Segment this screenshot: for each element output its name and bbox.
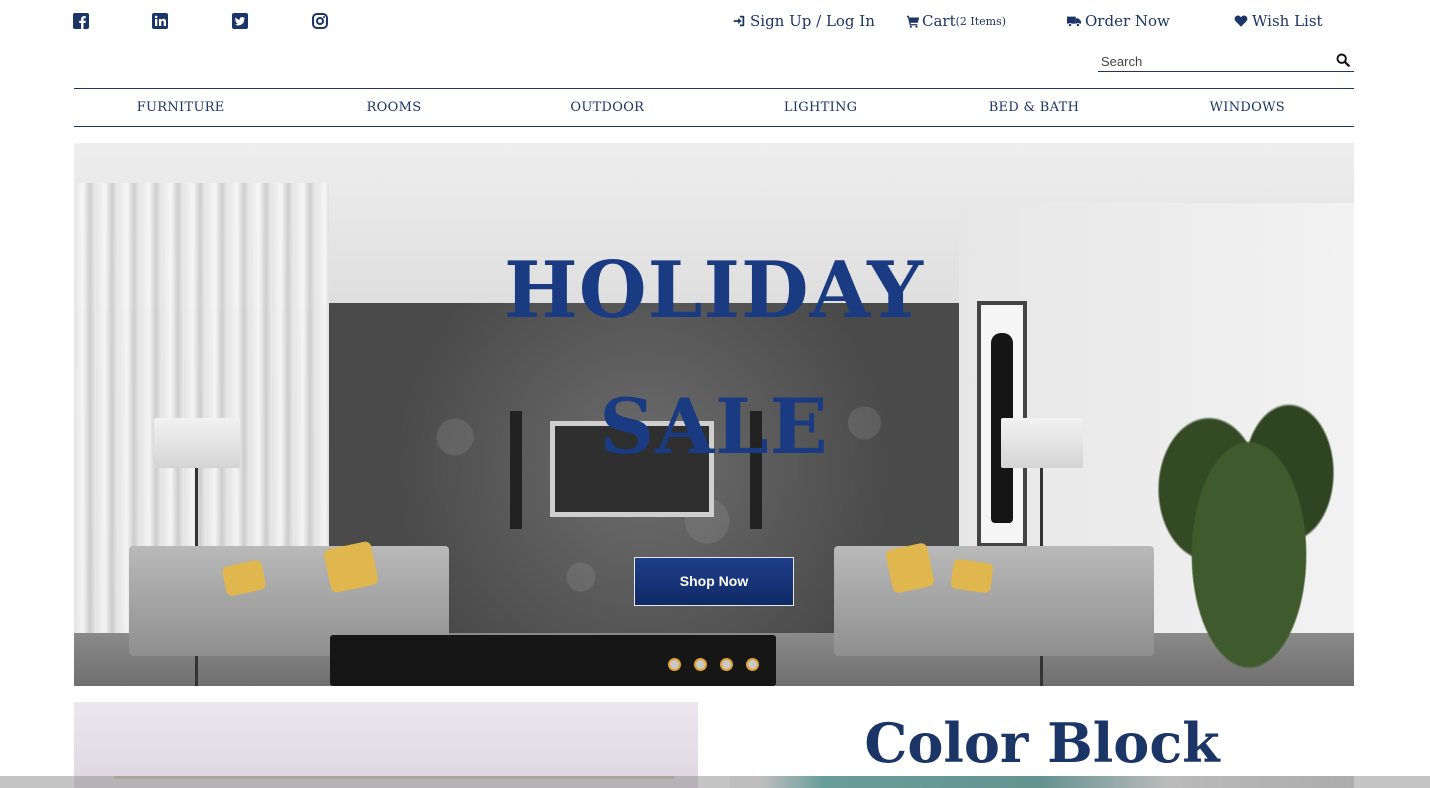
hero-title-line1: HOLIDAY	[504, 245, 924, 336]
nav-item-windows[interactable]: WINDOWS	[1141, 89, 1354, 126]
order-now-link[interactable]: Order Now	[1067, 12, 1170, 30]
main-nav: FURNITURE ROOMS OUTDOOR LIGHTING BED & B…	[74, 88, 1354, 127]
sign-in-icon	[733, 15, 745, 27]
wish-list-label: Wish List	[1252, 12, 1323, 30]
top-bar: Sign Up / Log In Cart (2 Items) Order Now…	[0, 0, 1430, 44]
carousel-dot[interactable]	[720, 658, 733, 671]
hero-banner: HOLIDAY SALE Shop Now	[74, 143, 1354, 686]
truck-icon	[1067, 16, 1081, 27]
hero-title-line2: SALE	[599, 382, 829, 471]
signup-login-label: Sign Up / Log In	[750, 12, 875, 30]
linkedin-icon[interactable]	[152, 13, 170, 31]
twitter-icon[interactable]	[232, 13, 250, 31]
facebook-icon[interactable]	[73, 13, 91, 31]
carousel-dot[interactable]	[668, 658, 681, 671]
heart-icon	[1234, 15, 1248, 27]
shop-now-button[interactable]: Shop Now	[634, 557, 794, 606]
cart-link[interactable]: Cart (2 Items)	[906, 12, 1006, 30]
nav-item-bed-bath[interactable]: BED & BATH	[927, 89, 1140, 126]
cart-icon	[906, 15, 920, 28]
search-icon[interactable]	[1336, 53, 1350, 67]
cart-count: (2 Items)	[955, 14, 1007, 28]
signup-login-link[interactable]: Sign Up / Log In	[732, 12, 875, 30]
cart-label: Cart	[922, 12, 956, 30]
horizontal-scrollbar[interactable]	[0, 776, 1430, 788]
instagram-icon[interactable]	[312, 13, 330, 31]
search-bar	[1098, 50, 1354, 72]
nav-item-rooms[interactable]: ROOMS	[287, 89, 500, 126]
search-input[interactable]	[1101, 52, 1321, 70]
carousel-dots	[668, 658, 759, 671]
wish-list-link[interactable]: Wish List	[1234, 12, 1323, 30]
carousel-dot[interactable]	[694, 658, 707, 671]
nav-item-outdoor[interactable]: OUTDOOR	[501, 89, 714, 126]
nav-item-lighting[interactable]: LIGHTING	[714, 89, 927, 126]
promo-title: Color Block	[864, 711, 1220, 775]
carousel-dot[interactable]	[746, 658, 759, 671]
nav-item-furniture[interactable]: FURNITURE	[74, 89, 287, 126]
order-now-label: Order Now	[1085, 12, 1170, 30]
